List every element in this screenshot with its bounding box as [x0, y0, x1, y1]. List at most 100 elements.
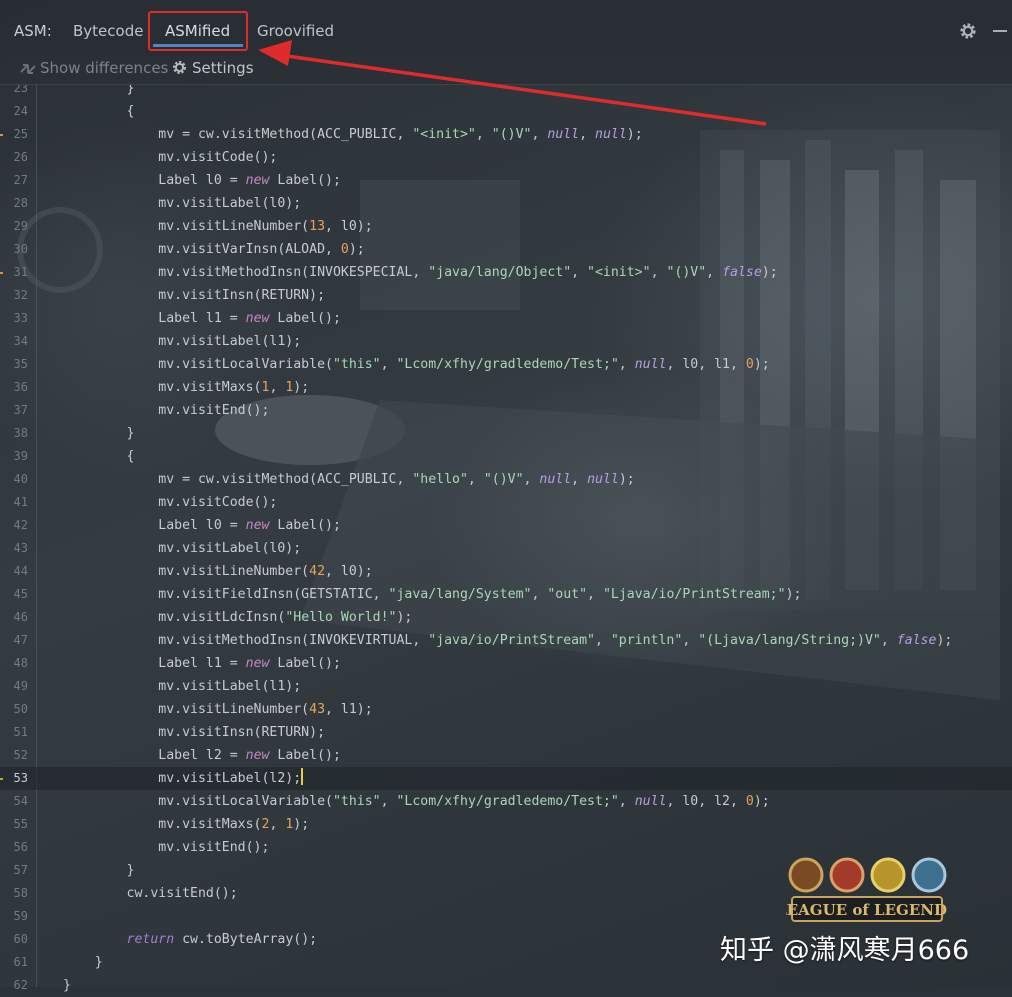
- show-differences-button[interactable]: Show differences: [40, 59, 168, 77]
- code-line[interactable]: 62}: [0, 974, 1012, 997]
- asm-prefix-label: ASM:: [14, 22, 52, 40]
- code-line[interactable]: 42 Label l0 = new Label();: [0, 514, 1012, 537]
- code-line[interactable]: 25 mv = cw.visitMethod(ACC_PUBLIC, "<ini…: [0, 123, 1012, 146]
- code-token: new: [245, 748, 270, 763]
- code-text: mv.visitLocalVariable("this", "Lcom/xfhy…: [63, 790, 769, 813]
- code-token: cw.visitEnd();: [63, 886, 238, 901]
- code-token: "(Ljava/lang/String;)V": [698, 633, 881, 648]
- code-token: null: [539, 472, 572, 487]
- code-token: ,: [682, 633, 699, 648]
- code-token: , l0, l2,: [666, 794, 746, 809]
- code-token: ,: [880, 633, 897, 648]
- code-line[interactable]: 44 mv.visitLineNumber(42, l0);: [0, 560, 1012, 583]
- code-token: 0: [340, 242, 349, 257]
- code-line[interactable]: 45 mv.visitFieldInsn(GETSTATIC, "java/la…: [0, 583, 1012, 606]
- code-token: mv.visitLocalVariable(: [63, 357, 333, 372]
- code-token: 0: [745, 794, 754, 809]
- code-editor[interactable]: 23 } 24 {25 mv = cw.visitMethod(ACC_PUBLI…: [0, 81, 1012, 993]
- code-token: }: [63, 978, 71, 993]
- code-text: mv.visitLabel(l2);: [63, 767, 304, 790]
- code-token: "java/lang/Object": [428, 265, 572, 280]
- code-token: mv.visitInsn(RETURN);: [63, 288, 326, 303]
- code-line[interactable]: 55 mv.visitMaxs(2, 1);: [0, 813, 1012, 836]
- code-token: null: [595, 127, 627, 142]
- code-line[interactable]: 54 mv.visitLocalVariable("this", "Lcom/x…: [0, 790, 1012, 813]
- code-line[interactable]: 48 Label l1 = new Label();: [0, 652, 1012, 675]
- code-token: }: [63, 863, 135, 878]
- code-line[interactable]: 51 mv.visitInsn(RETURN);: [0, 721, 1012, 744]
- code-token: {: [63, 104, 135, 119]
- code-line[interactable]: 38 }: [0, 422, 1012, 445]
- code-text: }: [63, 422, 135, 445]
- line-number: 33: [13, 311, 28, 325]
- code-token: null: [547, 127, 580, 142]
- code-token: 43: [309, 702, 326, 717]
- code-token: ,: [380, 357, 397, 372]
- code-line[interactable]: 31 mv.visitMethodInsn(INVOKESPECIAL, "ja…: [0, 261, 1012, 284]
- code-line[interactable]: 36 mv.visitMaxs(1, 1);: [0, 376, 1012, 399]
- tab-groovified[interactable]: Groovified: [257, 22, 334, 40]
- line-number: 28: [13, 196, 28, 210]
- code-text: mv.visitEnd();: [63, 836, 269, 859]
- line-number: 27: [13, 173, 28, 187]
- code-line[interactable]: 32 mv.visitInsn(RETURN);: [0, 284, 1012, 307]
- code-line[interactable]: 47 mv.visitMethodInsn(INVOKEVIRTUAL, "ja…: [0, 629, 1012, 652]
- code-line[interactable]: 27 Label l0 = new Label();: [0, 169, 1012, 192]
- code-token: mv.visitLdcInsn(: [63, 610, 286, 625]
- code-token: false: [722, 265, 762, 280]
- code-token: );: [753, 357, 770, 372]
- line-number: 30: [13, 242, 28, 256]
- minimize-icon[interactable]: [993, 30, 1007, 32]
- code-token: ,: [706, 265, 723, 280]
- code-token: new: [245, 311, 270, 326]
- code-text: mv.visitMaxs(1, 1);: [63, 376, 309, 399]
- line-number: 62: [13, 978, 28, 992]
- code-line[interactable]: 37 mv.visitEnd();: [0, 399, 1012, 422]
- code-token: );: [293, 817, 310, 832]
- code-token: ,: [618, 357, 635, 372]
- text-caret: [301, 768, 304, 785]
- settings-button[interactable]: Settings: [192, 59, 254, 77]
- code-token: mv = cw.visitMethod(ACC_PUBLIC,: [63, 472, 413, 487]
- code-token: new: [245, 656, 270, 671]
- code-line[interactable]: 28 mv.visitLabel(l0);: [0, 192, 1012, 215]
- code-line[interactable]: 43 mv.visitLabel(l0);: [0, 537, 1012, 560]
- code-token: ,: [571, 472, 588, 487]
- code-text: mv.visitFieldInsn(GETSTATIC, "java/lang/…: [63, 583, 801, 606]
- code-line[interactable]: 39 {: [0, 445, 1012, 468]
- code-line[interactable]: 52 Label l2 = new Label();: [0, 744, 1012, 767]
- line-number: 52: [13, 748, 28, 762]
- code-line[interactable]: 46 mv.visitLdcInsn("Hello World!");: [0, 606, 1012, 629]
- code-token: {: [63, 449, 135, 464]
- code-line[interactable]: 49 mv.visitLabel(l1);: [0, 675, 1012, 698]
- code-text: {: [63, 445, 135, 468]
- code-line[interactable]: 41 mv.visitCode();: [0, 491, 1012, 514]
- code-line[interactable]: 30 mv.visitVarInsn(ALOAD, 0);: [0, 238, 1012, 261]
- code-token: "out": [547, 587, 588, 602]
- code-line[interactable]: 29 mv.visitLineNumber(13, l0);: [0, 215, 1012, 238]
- gear-icon[interactable]: [958, 21, 978, 41]
- line-number: 34: [13, 334, 28, 348]
- code-line[interactable]: 53 mv.visitLabel(l2);: [0, 767, 1012, 790]
- code-line[interactable]: 34 mv.visitLabel(l1);: [0, 330, 1012, 353]
- code-token: ,: [380, 794, 397, 809]
- code-token: Label l1 =: [63, 311, 246, 326]
- code-token: , l0);: [325, 219, 373, 234]
- line-number: 59: [13, 909, 28, 923]
- code-text: mv.visitLineNumber(42, l0);: [63, 560, 372, 583]
- code-line[interactable]: 40 mv = cw.visitMethod(ACC_PUBLIC, "hell…: [0, 468, 1012, 491]
- tab-bytecode[interactable]: Bytecode: [73, 22, 143, 40]
- code-line[interactable]: 24 {: [0, 100, 1012, 123]
- code-token: new: [245, 518, 270, 533]
- settings-gear-icon: [173, 61, 186, 74]
- line-number: 47: [13, 633, 28, 647]
- code-text: mv.visitLdcInsn("Hello World!");: [63, 606, 412, 629]
- code-token: mv.visitCode();: [63, 150, 278, 165]
- code-line[interactable]: 50 mv.visitLineNumber(43, l1);: [0, 698, 1012, 721]
- code-token: mv.visitFieldInsn(GETSTATIC,: [63, 587, 389, 602]
- code-line[interactable]: 33 Label l1 = new Label();: [0, 307, 1012, 330]
- code-token: Label();: [269, 518, 341, 533]
- code-line[interactable]: 35 mv.visitLocalVariable("this", "Lcom/x…: [0, 353, 1012, 376]
- code-line[interactable]: 26 mv.visitCode();: [0, 146, 1012, 169]
- line-number: 46: [13, 610, 28, 624]
